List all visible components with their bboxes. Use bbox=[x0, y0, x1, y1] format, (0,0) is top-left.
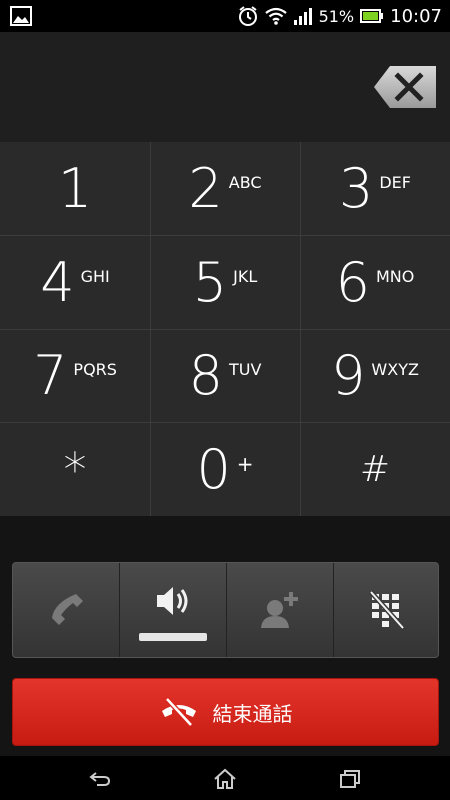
end-call-label: 結束通話 bbox=[212, 701, 293, 726]
dialpad-toggle-button[interactable] bbox=[334, 563, 440, 657]
key-star[interactable]: * bbox=[0, 423, 150, 516]
battery-percent: 51% bbox=[318, 6, 355, 26]
key-letters: WXYZ bbox=[371, 360, 419, 379]
key-4[interactable]: 4 GHI bbox=[0, 236, 150, 329]
alarm-icon bbox=[238, 6, 257, 26]
key-8[interactable]: 8 TUV bbox=[150, 329, 300, 422]
key-letters: PQRS bbox=[73, 360, 117, 379]
handset-button[interactable] bbox=[13, 563, 119, 657]
backspace-icon[interactable] bbox=[372, 64, 438, 110]
clock: 10:07 bbox=[390, 5, 442, 27]
navigation-bar bbox=[0, 756, 450, 800]
key-3[interactable]: 3 DEF bbox=[300, 142, 450, 235]
key-digit: 5 bbox=[192, 250, 228, 314]
key-7[interactable]: 7 PQRS bbox=[0, 329, 150, 422]
key-digit: 2 bbox=[188, 156, 223, 220]
recent-apps-icon bbox=[340, 770, 360, 788]
wifi-icon bbox=[264, 7, 287, 25]
status-bar: 51% 10:07 bbox=[0, 0, 450, 32]
key-letters: MNO bbox=[375, 267, 415, 286]
speaker-active-indicator bbox=[139, 633, 207, 641]
handset-icon bbox=[52, 594, 83, 625]
key-digit: 4 bbox=[40, 250, 75, 314]
key-letters: TUV bbox=[228, 360, 262, 379]
battery-icon bbox=[360, 9, 384, 23]
dialpad: 1 2 ABC 3 DEF 4 GHI 5 JKL 6 MNO 7 PQRS 8… bbox=[0, 142, 450, 516]
dialpad-hide-icon bbox=[369, 590, 405, 630]
key-digit: * bbox=[63, 442, 87, 497]
key-digit: 1 bbox=[57, 156, 93, 220]
key-digit: 8 bbox=[188, 343, 223, 407]
end-call-button[interactable]: 結束通話 bbox=[12, 678, 439, 746]
key-digit: 3 bbox=[339, 156, 374, 220]
key-digit: 0 bbox=[196, 437, 231, 501]
end-call-icon bbox=[161, 697, 196, 727]
key-5[interactable]: 5 JKL bbox=[150, 236, 300, 329]
key-digit: # bbox=[359, 448, 391, 490]
call-action-bar bbox=[12, 562, 439, 658]
home-icon bbox=[214, 768, 236, 789]
key-digit: 7 bbox=[33, 343, 68, 407]
key-digit: 6 bbox=[335, 250, 370, 314]
back-button[interactable] bbox=[70, 764, 130, 794]
recent-apps-button[interactable] bbox=[320, 764, 380, 794]
key-6[interactable]: 6 MNO bbox=[300, 236, 450, 329]
add-contact-icon bbox=[261, 592, 298, 628]
speaker-icon bbox=[157, 587, 188, 615]
speaker-button[interactable] bbox=[120, 563, 226, 657]
key-letters: ABC bbox=[228, 173, 262, 192]
key-hash[interactable]: # bbox=[300, 423, 450, 516]
gallery-icon bbox=[10, 6, 32, 26]
signal-icon bbox=[293, 8, 312, 25]
key-digit: 9 bbox=[331, 343, 366, 407]
key-letters: JKL bbox=[233, 267, 258, 286]
key-letters: DEF bbox=[379, 173, 411, 192]
key-9[interactable]: 9 WXYZ bbox=[300, 329, 450, 422]
back-icon bbox=[89, 772, 111, 786]
key-0[interactable]: 0 + bbox=[150, 423, 300, 516]
key-1[interactable]: 1 bbox=[0, 142, 150, 235]
key-letters: GHI bbox=[80, 267, 110, 286]
number-display bbox=[0, 32, 450, 142]
key-2[interactable]: 2 ABC bbox=[150, 142, 300, 235]
home-button[interactable] bbox=[195, 764, 255, 794]
add-call-button[interactable] bbox=[227, 563, 333, 657]
key-letters: + bbox=[236, 451, 254, 476]
